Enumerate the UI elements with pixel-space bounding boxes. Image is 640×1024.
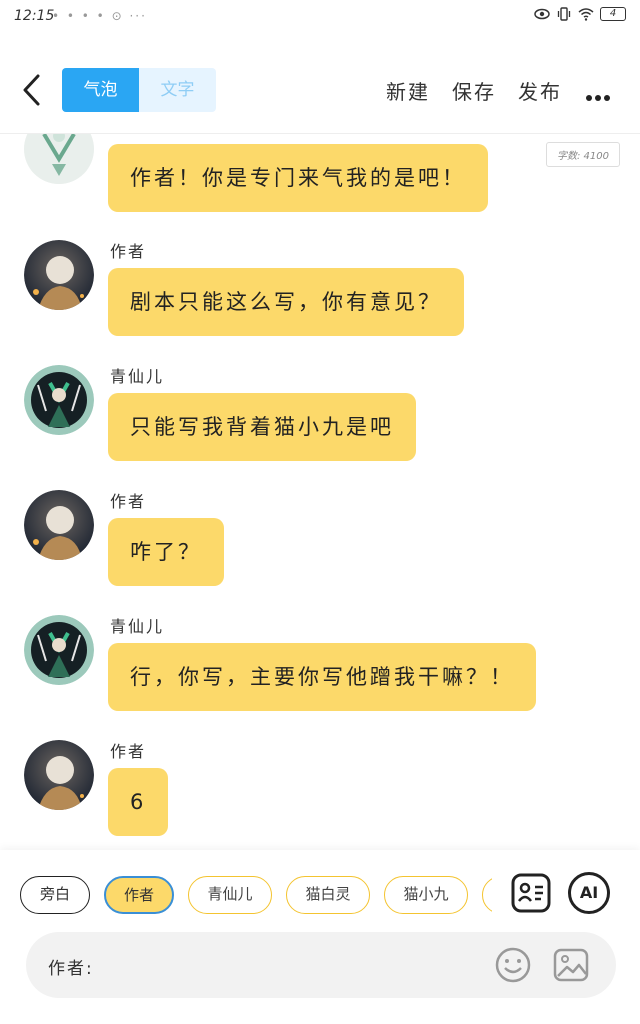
avatar[interactable] (24, 240, 94, 310)
battery-indicator: 4 (600, 7, 626, 21)
message-bubble[interactable]: 剧本只能这么写，你有意见？ (108, 268, 464, 336)
message-bubble[interactable]: 咋了？ (108, 518, 224, 586)
compose-panel: 旁白 作者 青仙儿 猫白灵 猫小九 AI 作者: (0, 850, 640, 1024)
chevron-left-icon[interactable] (18, 70, 48, 110)
message-input[interactable] (96, 946, 486, 984)
avatar[interactable] (24, 490, 94, 560)
avatar[interactable] (24, 134, 94, 184)
message-bubble[interactable]: 6 (108, 768, 169, 836)
wifi-icon (578, 8, 594, 21)
character-chip-narrator[interactable]: 旁白 (20, 876, 90, 914)
character-selector: 旁白 作者 青仙儿 猫白灵 猫小九 (20, 876, 492, 914)
tab-text[interactable]: 文字 (139, 68, 216, 112)
header-actions: 新建 保存 发布 (386, 76, 562, 105)
message-input-bar: 作者: (26, 932, 616, 998)
character-chip-maoxiaojiu[interactable]: 猫小九 (384, 876, 468, 914)
input-speaker-label: 作者: (48, 959, 94, 979)
notification-icons: • • • • ⊙ ··· (52, 9, 147, 23)
message-bubble[interactable]: 只能写我背着猫小九是吧 (108, 393, 416, 461)
status-time: 12:15 (14, 8, 55, 24)
speaker-name: 作者 (110, 742, 147, 761)
more-dots-icon[interactable] (586, 86, 614, 101)
save-button[interactable]: 保存 (452, 76, 496, 105)
message-bubble[interactable]: 行，你写，主要你写他蹭我干嘛？！ (108, 643, 536, 711)
character-chip-maobailing[interactable]: 猫白灵 (286, 876, 370, 914)
speaker-name: 作者 (110, 242, 147, 261)
speaker-name: 青仙儿 (110, 367, 165, 386)
character-chip-author[interactable]: 作者 (104, 876, 174, 914)
status-right: 4 (534, 6, 626, 22)
status-bar: 12:15 • • • • ⊙ ··· 4 (0, 0, 640, 34)
character-card-icon[interactable] (510, 872, 552, 914)
mode-switch: 气泡 文字 (62, 68, 216, 112)
ai-button[interactable]: AI (568, 872, 610, 914)
avatar[interactable] (24, 615, 94, 685)
message-bubble[interactable]: 作者！你是专门来气我的是吧！ (108, 144, 488, 212)
tab-bubble[interactable]: 气泡 (62, 68, 139, 112)
new-button[interactable]: 新建 (386, 76, 430, 105)
image-icon[interactable] (552, 946, 590, 984)
word-count-badge: 字数: 4100 (546, 142, 620, 167)
character-chip-more[interactable] (482, 876, 492, 914)
chat-area[interactable]: 字数: 4100 作者！你是专门来气我的是吧！ 作者 剧本只能这么写，你有意见？… (0, 134, 640, 850)
top-toolbar: 气泡 文字 新建 保存 发布 (0, 56, 640, 126)
eye-icon (534, 8, 550, 20)
avatar[interactable] (24, 365, 94, 435)
publish-button[interactable]: 发布 (518, 76, 562, 105)
avatar[interactable] (24, 740, 94, 810)
speaker-name: 作者 (110, 492, 147, 511)
emoji-icon[interactable] (494, 946, 532, 984)
speaker-name: 青仙儿 (110, 617, 165, 636)
character-chip-qingxianer[interactable]: 青仙儿 (188, 876, 272, 914)
vibrate-icon (557, 7, 571, 21)
